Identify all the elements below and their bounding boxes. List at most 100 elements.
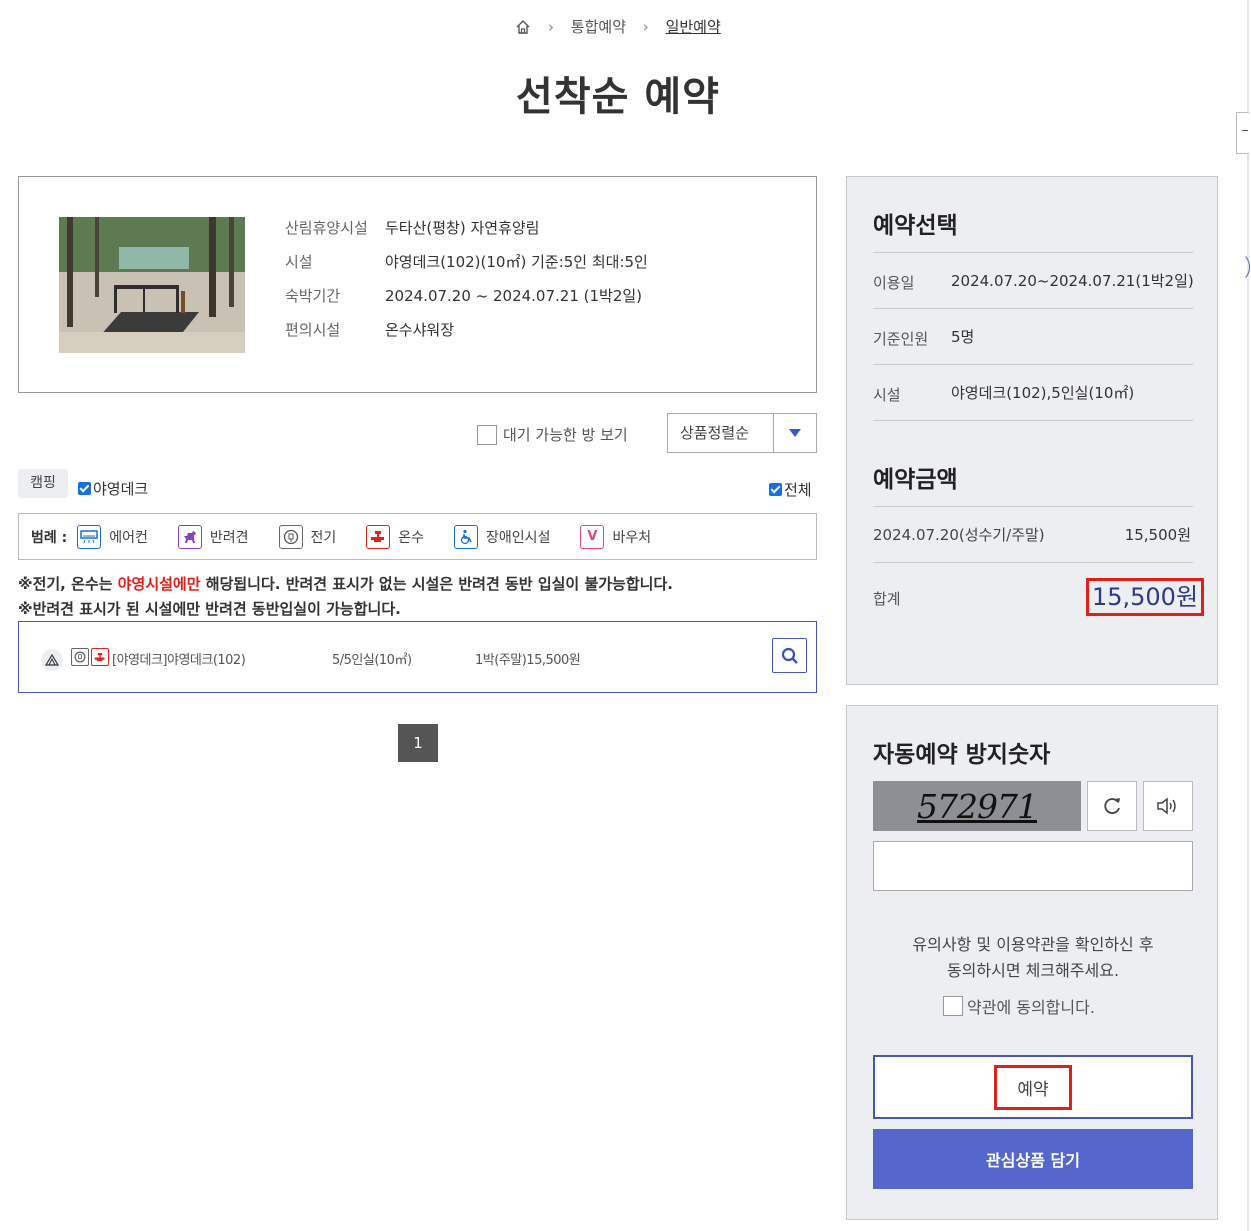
notice-text: ※전기, 온수는 야영시설에만 해당됩니다. 반려견 표시가 없는 시설은 반려… (18, 572, 673, 622)
facility-detail-button[interactable] (772, 638, 807, 673)
facility-photo (59, 217, 245, 353)
checkbox-box[interactable] (943, 996, 963, 1016)
info-label: 산림휴양시설 (285, 219, 368, 237)
wheelchair-icon (454, 524, 479, 549)
divider (873, 562, 1193, 563)
tent-icon (41, 649, 63, 671)
info-value: 두타산(평창) 자연휴양림 (385, 219, 540, 237)
info-value: 2024.07.20 ~ 2024.07.21 (1박2일) (385, 287, 643, 305)
legend-item-pet: 반려견 (177, 524, 249, 549)
legend-label: 에어컨 (109, 529, 148, 546)
speaker-icon (1157, 797, 1176, 815)
checked-icon[interactable] (78, 482, 91, 495)
notice-highlight: 야영시설에만 (117, 575, 201, 593)
checked-icon[interactable] (769, 483, 782, 496)
search-icon (781, 647, 798, 664)
legend-label: 반려견 (209, 529, 249, 546)
divider (873, 252, 1193, 253)
legend-label: 장애인시설 (486, 529, 551, 546)
legend-label: 바우처 (612, 529, 652, 546)
breadcrumb-item-integrated[interactable]: 통합예약 (571, 16, 626, 37)
use-date-label: 이용일 (873, 274, 915, 292)
electric-plug-icon (278, 524, 303, 549)
breadcrumb-item-general[interactable]: 일반예약 (666, 16, 721, 37)
captcha-image: 572971 (873, 781, 1081, 831)
facility-value: 야영데크(102),5인실(10㎡) (951, 384, 1135, 402)
total-label: 합계 (873, 590, 901, 608)
info-value: 야영데크(102)(10㎡) 기준:5인 최대:5인 (385, 253, 648, 271)
info-row: 시설 야영데크(102)(10㎡) 기준:5인 최대:5인 (285, 251, 648, 285)
divider (873, 308, 1193, 309)
deck-checkbox-label: 야영데크 (93, 480, 149, 498)
legend-item-voucher: V 바우처 (580, 524, 652, 549)
notice-line-1: ※전기, 온수는 야영시설에만 해당됩니다. 반려견 표시가 없는 시설은 반려… (18, 572, 673, 597)
sort-select-value: 상품정렬순 (668, 414, 774, 452)
agree-message-line-2: 동의하시면 체크해주세요. (946, 961, 1120, 980)
agree-message: 유의사항 및 이용약관을 확인하신 후 동의하시면 체크해주세요. (847, 932, 1219, 984)
legend-label: 전기 (310, 529, 337, 546)
divider (873, 420, 1193, 421)
electric-plug-icon (71, 648, 89, 666)
wait-available-checkbox[interactable]: 대기 가능한 방 보기 (477, 424, 628, 445)
divider (873, 506, 1193, 507)
breadcrumb: › 통합예약 › 일반예약 (0, 16, 1236, 37)
info-label: 시설 (285, 253, 313, 271)
info-label: 숙박기간 (285, 287, 341, 305)
tab-camping[interactable]: 캠핑 (18, 469, 68, 498)
legend-label: 온수 (398, 529, 425, 546)
facility-price: 1박(주말)15,500원 (475, 653, 581, 668)
captcha-audio-button[interactable] (1143, 781, 1193, 831)
terms-agree-checkbox[interactable]: 약관에 동의합니다. (943, 994, 1095, 1018)
home-icon[interactable] (515, 19, 531, 35)
reservation-summary-panel: 예약선택 이용일 2024.07.20~2024.07.21(1박2일) 기준인… (846, 176, 1218, 685)
add-to-wishlist-button[interactable]: 관심상품 담기 (873, 1129, 1193, 1189)
notice-text-suffix: 해당됩니다. 반려견 표시가 없는 시설은 반려견 동반 입실이 불가능합니다. (200, 575, 673, 593)
legend-item-aircon: 에어컨 (77, 524, 148, 549)
captcha-input[interactable] (873, 841, 1193, 891)
checkbox-box[interactable] (477, 424, 497, 445)
facility-info-rows: 산림휴양시설 두타산(평창) 자연휴양림 시설 야영데크(102)(10㎡) 기… (285, 217, 648, 353)
reserve-button[interactable]: 예약 (873, 1055, 1193, 1119)
info-value: 온수샤워장 (385, 321, 455, 339)
facility-info-box: 산림휴양시설 두타산(평창) 자연휴양림 시설 야영데크(102)(10㎡) 기… (18, 176, 817, 393)
info-label: 편의시설 (285, 321, 341, 339)
sort-select[interactable]: 상품정렬순 (667, 413, 817, 453)
captcha-panel: 자동예약 방지숫자 572971 유의사항 및 이용약관을 확인하신 후 동의하… (846, 705, 1218, 1220)
amount-title: 예약금액 (873, 467, 958, 493)
side-scroll-widget[interactable] (1236, 112, 1249, 154)
amount-date-value: 15,500원 (1124, 526, 1191, 544)
divider (873, 364, 1193, 365)
dog-icon (177, 524, 202, 549)
agree-message-line-1: 유의사항 및 이용약관을 확인하신 후 (912, 935, 1154, 954)
wait-available-label: 대기 가능한 방 보기 (503, 426, 628, 444)
legend-title: 범례 : (31, 529, 68, 546)
info-row: 산림휴양시설 두타산(평창) 자연휴양림 (285, 217, 648, 251)
legend-item-hotwater: 온수 (366, 524, 425, 549)
captcha-refresh-button[interactable] (1087, 781, 1137, 831)
legend-item-electric: 전기 (278, 524, 337, 549)
side-floating-button[interactable] (1224, 252, 1250, 282)
air-conditioner-icon (77, 524, 102, 549)
deck-checkbox[interactable]: 야영데크 (78, 478, 148, 499)
hot-water-icon (91, 648, 109, 666)
all-checkbox[interactable]: 전체 (769, 479, 812, 500)
chevron-right-icon: › (642, 17, 649, 36)
captcha-code: 572971 (917, 786, 1038, 826)
info-row: 편의시설 온수샤워장 (285, 319, 648, 353)
base-people-value: 5명 (951, 328, 975, 346)
notice-line-2: ※반려견 표시가 된 시설에만 반려견 동반입실이 가능합니다. (18, 600, 401, 618)
window-edge (1247, 0, 1249, 1231)
base-people-label: 기준인원 (873, 330, 929, 348)
legend-item-accessible: 장애인시설 (454, 524, 551, 549)
reservation-title: 예약선택 (873, 213, 958, 239)
voucher-icon: V (580, 524, 605, 549)
hot-water-icon (366, 524, 391, 549)
facility-name[interactable]: [야영데크]야영데크(102) (112, 649, 246, 668)
all-checkbox-label: 전체 (784, 481, 812, 499)
facility-list-row[interactable]: [야영데크]야영데크(102) 5/5인실(10㎡) 1박(주말)15,500원 (18, 621, 817, 693)
page-title: 선착순 예약 (516, 74, 720, 120)
pagination-page-1[interactable]: 1 (398, 724, 438, 762)
facility-capacity: 5/5인실(10㎡) (332, 653, 412, 668)
caret-down-icon[interactable] (774, 414, 816, 452)
facility-label: 시설 (873, 386, 901, 404)
